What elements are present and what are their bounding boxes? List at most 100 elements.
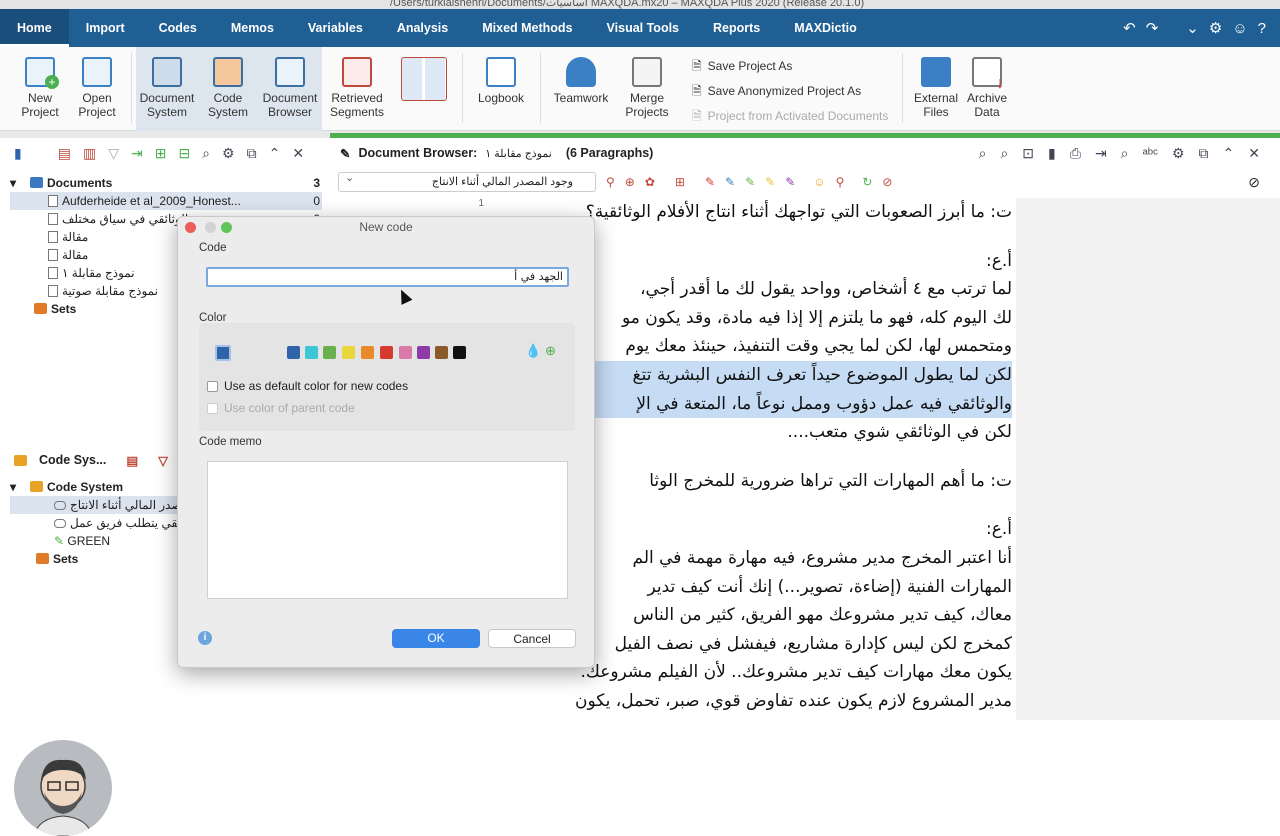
color-swatch[interactable] [287, 346, 300, 359]
collapse-icon[interactable]: ⌃ [1223, 145, 1235, 162]
expand-icon[interactable]: ▾ [10, 478, 30, 496]
highlight-green-icon[interactable]: ✎ [745, 175, 755, 189]
chevron-down-icon[interactable]: ⌄ [1186, 19, 1199, 37]
undo-icon[interactable]: ↶ [1123, 19, 1136, 37]
copy-icon[interactable]: ▥ [83, 145, 96, 162]
code-item[interactable]: وجود المصدر المالي أثناء الانتاج [10, 496, 180, 514]
save-anonymized-item[interactable]: 🗎 Save Anonymized Project As [692, 78, 888, 103]
spellcheck-icon[interactable]: ᵃᵇᶜ [1143, 145, 1158, 162]
cancel-button[interactable]: Cancel [488, 629, 576, 648]
document-item[interactable]: Aufderheide et al_2009_Honest... 0 [10, 192, 322, 210]
external-files-button[interactable]: External Files [910, 47, 962, 131]
import-icon[interactable]: ⇥ [131, 145, 143, 162]
code-sets[interactable]: Sets [10, 550, 180, 568]
code-system-button[interactable]: Code System [198, 47, 258, 131]
color-swatch[interactable] [342, 346, 355, 359]
document-system-button[interactable]: Document System [136, 47, 198, 131]
layout-icon[interactable]: ▮ [1048, 145, 1056, 162]
code-combo-box[interactable]: وجود المصدر المالي أثناء الانتاج [338, 169, 596, 192]
menu-visual-tools[interactable]: Visual Tools [590, 9, 696, 47]
menu-analysis[interactable]: Analysis [380, 9, 465, 47]
gear-icon[interactable]: ⚙ [1209, 19, 1222, 37]
color-swatch[interactable] [380, 346, 393, 359]
code-color-icon[interactable]: ✿ [645, 175, 655, 189]
expand-icon[interactable]: ▾ [10, 174, 30, 192]
undock-icon[interactable]: ⧉ [247, 145, 257, 162]
default-color-checkbox[interactable]: Use as default color for new codes [207, 379, 408, 393]
zoom-window-icon[interactable] [221, 222, 232, 233]
code-with-code-icon[interactable]: ⚲ [606, 175, 615, 189]
code-item[interactable]: الوثائقي يتطلب فريق عمل [10, 514, 180, 532]
zoom-in-icon[interactable]: ⌕ [979, 145, 987, 162]
documents-root[interactable]: ▾ Documents 3 [10, 174, 322, 192]
zoom-out-icon[interactable]: ⌕ [1000, 145, 1008, 162]
search-icon[interactable]: ⌕ [202, 145, 210, 162]
filter-icon[interactable]: ▽ [108, 145, 119, 162]
document-browser-button[interactable]: Document Browser [258, 47, 322, 131]
activate-icon[interactable]: ▤ [58, 145, 71, 162]
color-swatch[interactable] [323, 346, 336, 359]
selected-color-swatch[interactable] [215, 345, 231, 361]
retrieved-segments-button[interactable]: Retrieved Segments [326, 47, 388, 131]
code-system-root[interactable]: ▾ Code System [10, 478, 180, 496]
uncode-icon[interactable]: ⊘ [882, 175, 892, 189]
undock-icon[interactable]: ⧉ [1199, 145, 1209, 162]
menu-import[interactable]: Import [69, 9, 142, 47]
highlight-purple-icon[interactable]: ✎ [785, 175, 795, 189]
layout-views-button[interactable] [396, 47, 452, 131]
gear-icon[interactable]: ⚙ [1172, 145, 1185, 162]
print-icon[interactable]: ⎙ [1070, 145, 1081, 162]
color-swatch[interactable] [361, 346, 374, 359]
archive-data-button[interactable]: ↓ Archive Data [964, 47, 1010, 131]
close-icon[interactable]: ✕ [1248, 145, 1260, 162]
color-swatch[interactable] [435, 346, 448, 359]
merge-projects-button[interactable]: Merge Projects [618, 47, 676, 131]
redo-icon[interactable]: ↷ [1146, 19, 1159, 37]
add-code-icon[interactable]: ⊕ [625, 175, 635, 189]
highlight-yellow-icon[interactable]: ✎ [765, 175, 775, 189]
teamwork-button[interactable]: Teamwork [550, 47, 612, 131]
menu-home[interactable]: Home [0, 9, 69, 47]
help-icon[interactable]: ? [1258, 20, 1266, 37]
new-folder-icon[interactable]: ⊟ [178, 145, 190, 162]
smiley-icon[interactable]: ☺ [1232, 20, 1247, 37]
documents-icon[interactable]: ▮ [14, 145, 22, 162]
code-memo-textarea[interactable] [207, 461, 568, 599]
collapse-icon[interactable]: ⌃ [269, 145, 281, 162]
edit-mode-icon[interactable]: ⊘ [1248, 174, 1260, 191]
menu-codes[interactable]: Codes [142, 9, 214, 47]
color-swatch[interactable] [453, 346, 466, 359]
code-name-input[interactable]: الجهد في أ [206, 267, 569, 287]
symbol-icon[interactable]: ⚲ [836, 175, 845, 189]
open-project-button[interactable]: Open Project [70, 47, 124, 131]
new-project-button[interactable]: + New Project [16, 47, 64, 131]
emoticode-icon[interactable]: ⊞ [675, 175, 685, 189]
color-dropper-icon[interactable]: 💧 [525, 343, 541, 359]
color-swatch[interactable] [305, 346, 318, 359]
color-swatch[interactable] [399, 346, 412, 359]
menu-maxdictio[interactable]: MAXDictio [777, 9, 874, 47]
menu-variables[interactable]: Variables [291, 9, 380, 47]
highlight-blue-icon[interactable]: ✎ [725, 175, 735, 189]
ok-button[interactable]: OK [392, 629, 480, 648]
logbook-button[interactable]: Logbook [472, 47, 530, 131]
highlight-red-icon[interactable]: ✎ [705, 175, 715, 189]
menu-reports[interactable]: Reports [696, 9, 777, 47]
checkbox-box[interactable] [207, 380, 218, 392]
close-icon[interactable]: ✕ [292, 145, 304, 162]
new-document-icon[interactable]: ⊞ [155, 145, 167, 162]
refresh-icon[interactable]: ↻ [862, 175, 872, 189]
code-item[interactable]: ✎ GREEN [10, 532, 180, 550]
close-window-icon[interactable] [185, 222, 196, 233]
gear-icon[interactable]: ⚙ [222, 145, 235, 162]
save-project-as-item[interactable]: 🗎 Save Project As [692, 53, 888, 78]
color-swatch[interactable] [417, 346, 430, 359]
emoji-icon[interactable]: ☺ [813, 175, 825, 189]
fit-icon[interactable]: ⊡ [1022, 145, 1034, 162]
add-color-icon[interactable]: ⊕ [545, 343, 556, 359]
info-icon[interactable]: i [198, 631, 212, 645]
menu-mixed-methods[interactable]: Mixed Methods [465, 9, 589, 47]
export-icon[interactable]: ⇥ [1095, 145, 1107, 162]
search-icon[interactable]: ⌕ [1121, 145, 1129, 162]
activate-icon[interactable]: ▤ [126, 453, 138, 468]
